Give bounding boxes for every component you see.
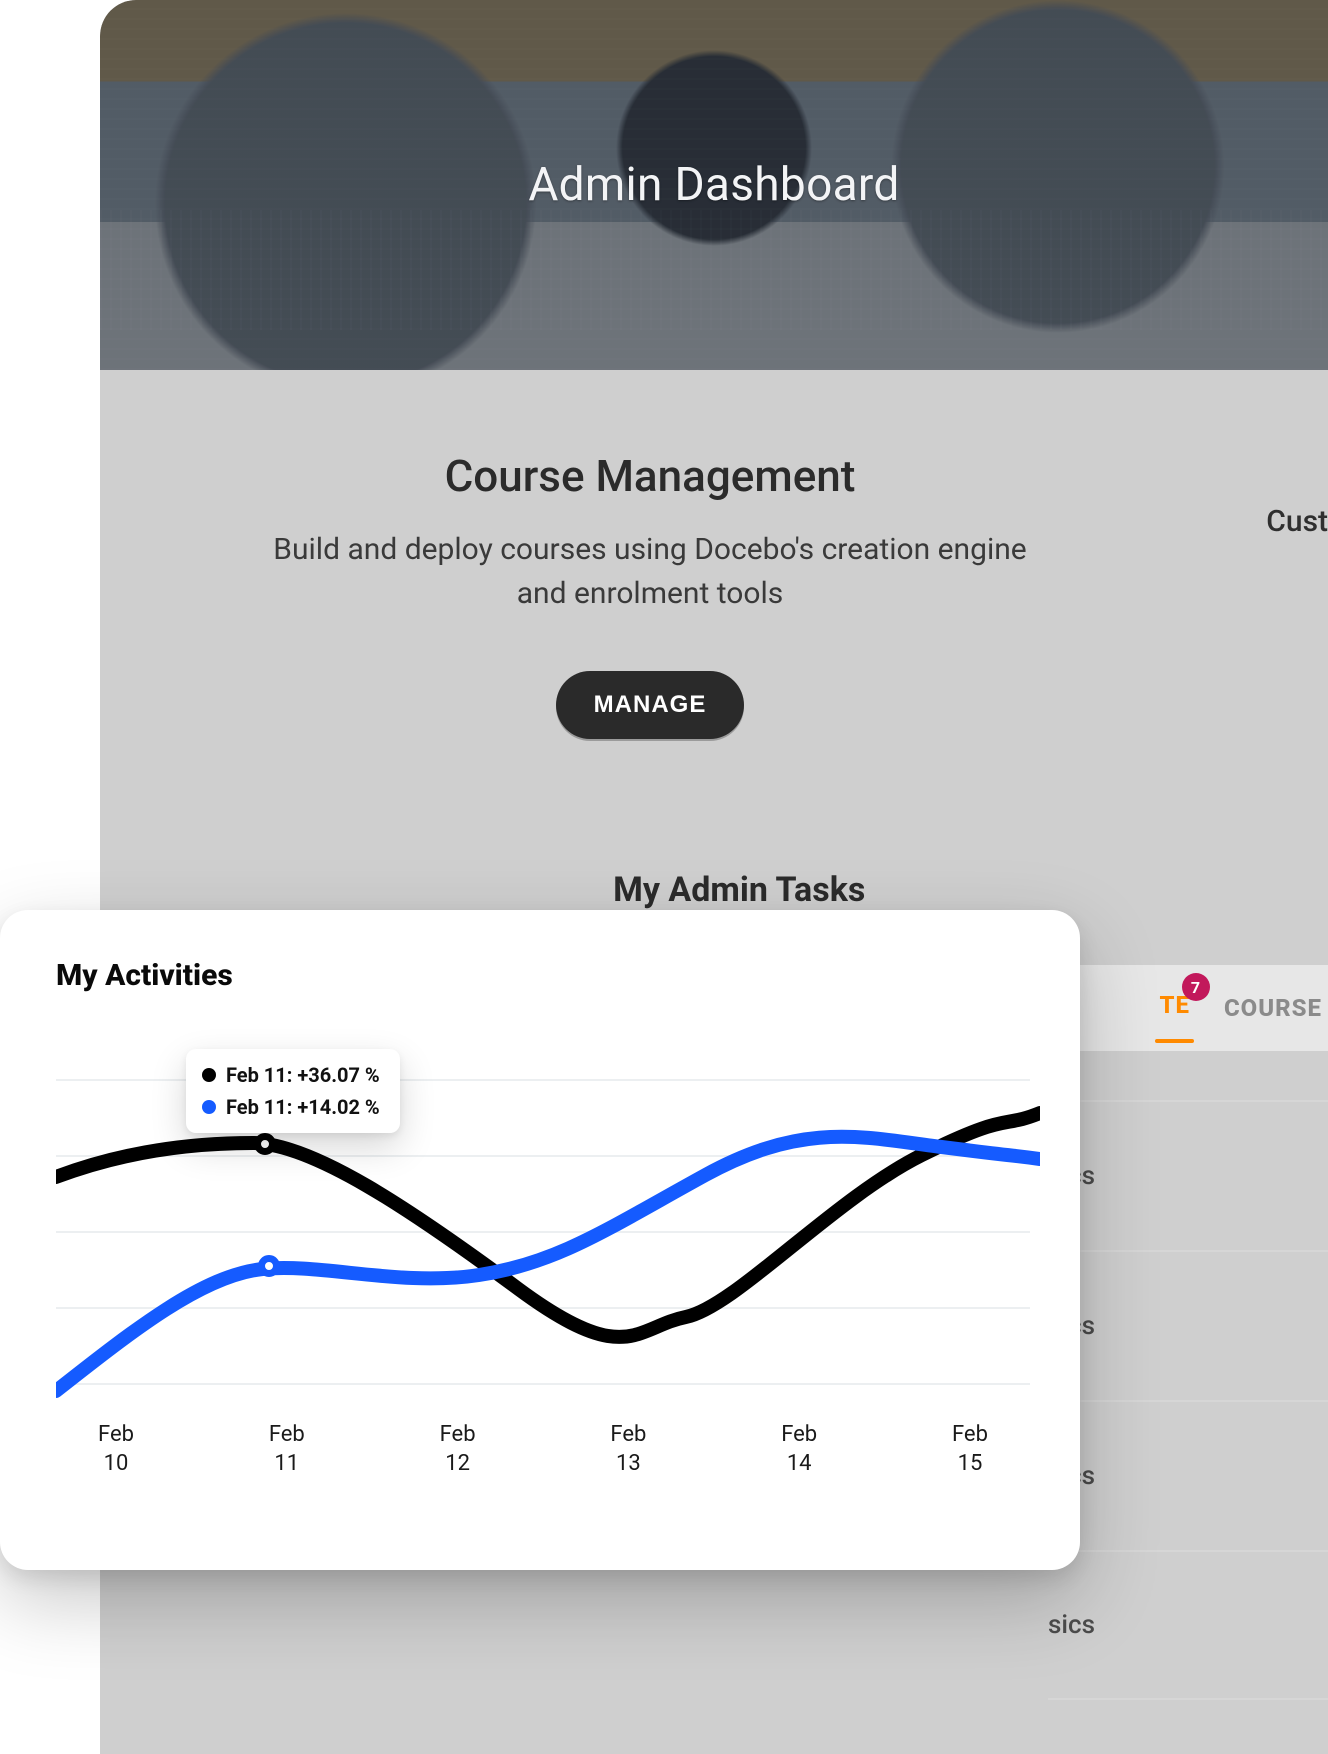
- dashboard-body: Course Management Build and deploy cours…: [100, 370, 1328, 739]
- adjacent-section-title-fragment: Cust: [1266, 504, 1328, 539]
- tab-secondary-fragment[interactable]: COURSE: [1224, 994, 1322, 1022]
- x-tick: Feb10: [56, 1420, 176, 1479]
- course-management-block: Course Management Build and deploy cours…: [270, 450, 1030, 739]
- course-management-description: Build and deploy courses using Docebo's …: [270, 528, 1030, 615]
- my-activities-title: My Activities: [56, 958, 1040, 993]
- x-tick: Feb15: [910, 1420, 1030, 1479]
- tasks-list: sics sics sics sics: [1048, 1100, 1328, 1700]
- chart-marker-series-b: [258, 1255, 280, 1277]
- legend-dot-icon: [202, 1100, 216, 1114]
- course-management-title: Course Management: [270, 450, 1030, 502]
- list-item[interactable]: sics: [1048, 1400, 1328, 1550]
- legend-dot-icon: [202, 1068, 216, 1082]
- list-item-text-fragment: sics: [1048, 1610, 1095, 1640]
- chart-marker-series-a: [254, 1133, 276, 1155]
- my-activities-card: My Activities Feb 11: +36.07 %: [0, 910, 1080, 1570]
- activities-chart: Feb 11: +36.07 % Feb 11: +14.02 % Feb10 …: [56, 1039, 1040, 1479]
- admin-tasks-title: My Admin Tasks: [613, 870, 865, 910]
- tooltip-series-b-text: Feb 11: +14.02 %: [226, 1095, 380, 1119]
- tab-active-badge: 7: [1182, 973, 1210, 1001]
- tab-active-fragment[interactable]: TE 7: [1159, 991, 1189, 1025]
- tooltip-row-series-b: Feb 11: +14.02 %: [202, 1095, 380, 1119]
- list-item[interactable]: sics: [1048, 1250, 1328, 1400]
- tooltip-series-a-text: Feb 11: +36.07 %: [226, 1063, 380, 1087]
- tooltip-row-series-a: Feb 11: +36.07 %: [202, 1063, 380, 1087]
- x-tick: Feb14: [739, 1420, 859, 1479]
- hero-banner: Admin Dashboard: [100, 0, 1328, 370]
- list-item[interactable]: sics: [1048, 1100, 1328, 1250]
- x-tick: Feb13: [568, 1420, 688, 1479]
- chart-tooltip: Feb 11: +36.07 % Feb 11: +14.02 %: [186, 1049, 400, 1133]
- manage-button[interactable]: MANAGE: [556, 671, 745, 739]
- x-tick: Feb11: [227, 1420, 347, 1479]
- list-item[interactable]: sics: [1048, 1550, 1328, 1700]
- x-tick: Feb12: [398, 1420, 518, 1479]
- hero-title: Admin Dashboard: [528, 158, 899, 212]
- chart-x-axis: Feb10 Feb11 Feb12 Feb13 Feb14 Feb15: [56, 1420, 1030, 1479]
